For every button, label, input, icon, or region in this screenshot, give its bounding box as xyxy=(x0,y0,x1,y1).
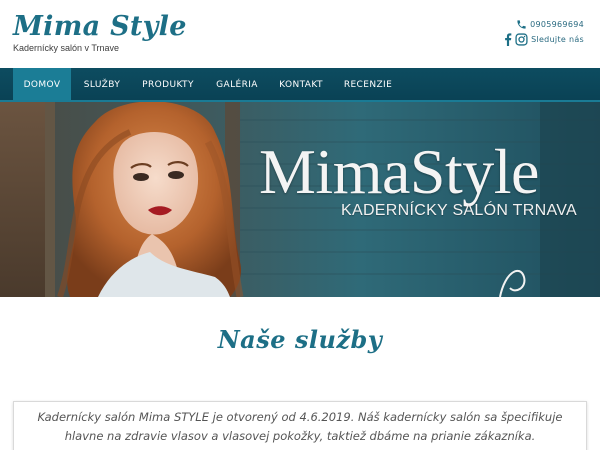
nav-item-sluzby[interactable]: SLUŽBY xyxy=(76,68,128,100)
nav-item-galeria[interactable]: GALÉRIA xyxy=(210,68,264,100)
social-links: Sledujte nás xyxy=(504,31,584,47)
phone-number[interactable]: 0905969694 xyxy=(530,20,584,29)
main-nav: DOMOV SLUŽBY PRODUKTY GALÉRIA KONTAKT RE… xyxy=(0,68,600,102)
nav-item-recenzie[interactable]: RECENZIE xyxy=(338,68,398,100)
phone-icon xyxy=(516,19,527,30)
hero-title: MimaStyle xyxy=(259,136,539,207)
services-heading: Naše služby xyxy=(217,325,383,354)
hero-subtitle: KADERNÍCKY SALÓN TRNAVA xyxy=(341,202,578,219)
nav-item-produkty[interactable]: PRODUKTY xyxy=(136,68,200,100)
phone-contact[interactable]: 0905969694 xyxy=(516,17,584,31)
nav-item-kontakt[interactable]: KONTAKT xyxy=(273,68,329,100)
instagram-icon[interactable] xyxy=(515,32,528,46)
follow-label[interactable]: Sledujte nás xyxy=(531,35,584,44)
nav-item-domov[interactable]: DOMOV xyxy=(13,68,71,100)
hero-banner: MimaStyle KADERNÍCKY SALÓN TRNAVA xyxy=(0,102,600,297)
site-header: Mima Style Kadernícky salón v Trnave 090… xyxy=(0,0,600,68)
intro-text: Kadernícky salón Mima STYLE je otvorený … xyxy=(37,410,563,443)
site-logo[interactable]: Mima Style xyxy=(13,11,187,43)
intro-card: Kadernícky salón Mima STYLE je otvorený … xyxy=(13,401,587,450)
site-tagline: Kadernícky salón v Trnave xyxy=(13,43,120,53)
facebook-icon[interactable] xyxy=(504,32,512,46)
